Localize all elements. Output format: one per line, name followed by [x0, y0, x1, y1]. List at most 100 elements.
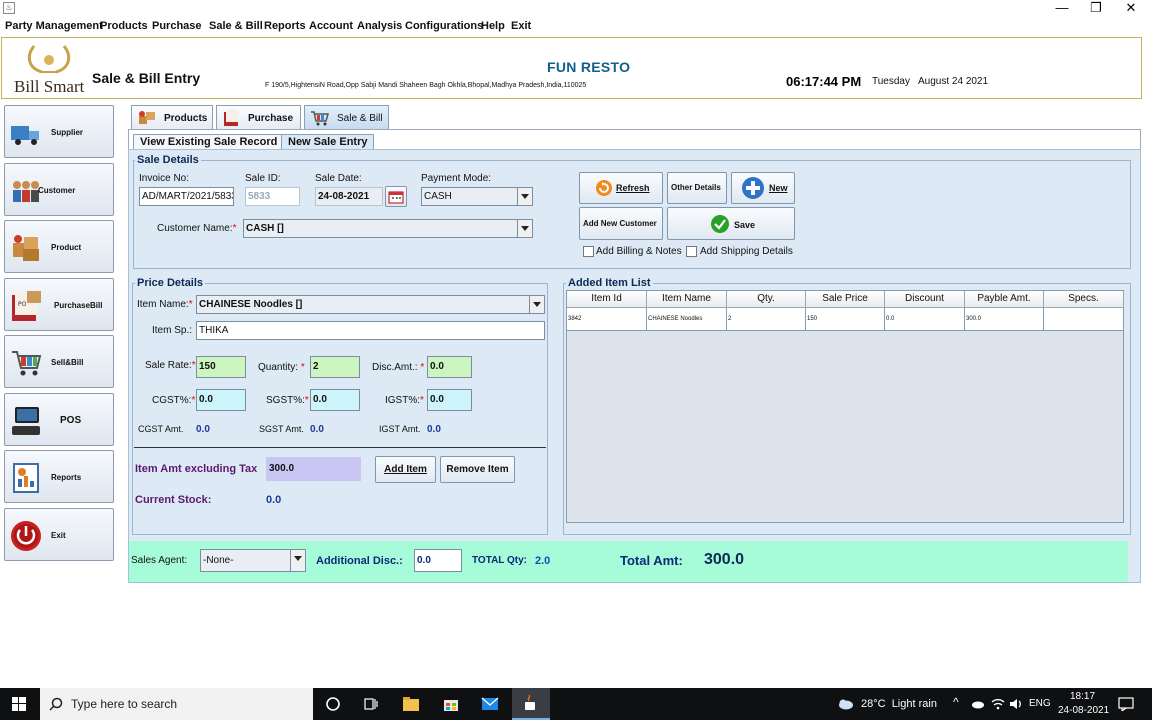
billing-notes-checkbox[interactable] [583, 246, 594, 257]
add-item-button[interactable]: Add Item [375, 456, 436, 483]
add-item-label: Add Item [384, 464, 427, 475]
pos-terminal-icon [12, 407, 40, 435]
new-button[interactable]: New [731, 172, 795, 204]
sale-date-field[interactable]: 24-08-2021 [315, 187, 383, 206]
save-label: Save [734, 220, 756, 230]
igst-field[interactable]: 0.0 [427, 389, 472, 411]
onedrive-cloud-icon[interactable] [971, 699, 985, 709]
menu-account[interactable]: Account [309, 20, 353, 32]
taskbar-search-box[interactable]: Type here to search [40, 688, 313, 720]
menu-sale-bill[interactable]: Sale & Bill [209, 20, 263, 32]
product-boxes-icon [13, 235, 39, 261]
disc-amt-field[interactable]: 0.0 [427, 356, 472, 378]
sidebar-customer-button[interactable]: Customer [4, 163, 114, 216]
item-name-select[interactable]: CHAINESE Noodles [] [196, 295, 545, 314]
sgst-field[interactable]: 0.0 [310, 389, 360, 411]
purchase-bill-icon: PO [12, 291, 41, 321]
menu-configurations[interactable]: Configurations [405, 20, 483, 32]
weather-text[interactable]: 28°C Light rain [861, 698, 937, 710]
sidebar-pos-label: POS [60, 415, 82, 426]
taskbar-clock-date[interactable]: 24-08-2021 [1058, 705, 1109, 716]
payment-mode-select[interactable]: CASH [421, 187, 533, 206]
java-app-taskbar-button[interactable] [512, 688, 550, 720]
refresh-label: Refresh [616, 183, 650, 193]
table-cell[interactable]: 3842 [567, 308, 647, 331]
quantity-field[interactable]: 2 [310, 356, 360, 378]
calendar-button[interactable] [385, 186, 407, 207]
table-cell[interactable]: CHAINESE Noodles [647, 308, 727, 331]
cortana-icon[interactable] [325, 696, 341, 712]
customer-name-select[interactable]: CASH [] [243, 219, 533, 238]
sales-agent-select[interactable]: -None- [200, 549, 306, 572]
invoice-field[interactable]: AD/MART/2021/5833 [139, 187, 234, 206]
windows-start-icon[interactable] [12, 697, 26, 711]
svg-text:PO: PO [18, 301, 27, 308]
column-header[interactable]: Discount [885, 291, 965, 308]
sidebar-reports-button[interactable]: Reports [4, 450, 114, 503]
sidebar-pos-button[interactable]: POS [4, 393, 114, 446]
table-cell[interactable]: 150 [806, 308, 885, 331]
sgst-amt-label: SGST Amt. [259, 424, 304, 434]
wifi-icon[interactable] [991, 698, 1005, 710]
search-placeholder: Type here to search [71, 697, 178, 711]
column-header[interactable]: Item Name [647, 291, 727, 308]
tab-products[interactable]: Products [131, 105, 213, 130]
payment-mode-label: Payment Mode: [421, 173, 492, 184]
menu-reports[interactable]: Reports [264, 20, 306, 32]
tab-sale-bill[interactable]: Sale & Bill [304, 105, 389, 130]
column-header[interactable]: Qty. [727, 291, 806, 308]
refresh-button[interactable]: Refresh [579, 172, 663, 204]
menu-analysis[interactable]: Analysis [357, 20, 402, 32]
price-details-title: Price Details [135, 277, 206, 289]
sidebar-supplier-button[interactable]: Supplier [4, 105, 114, 158]
menu-purchase[interactable]: Purchase [152, 20, 202, 32]
column-header[interactable]: Sale Price [806, 291, 885, 308]
save-button[interactable]: Save [667, 207, 795, 240]
sale-rate-field[interactable]: 150 [196, 356, 246, 378]
table-cell[interactable]: 2 [727, 308, 806, 331]
cgst-field[interactable]: 0.0 [196, 389, 246, 411]
taskbar-clock-time[interactable]: 18:17 [1070, 691, 1095, 702]
tab-new-sale-entry[interactable]: New Sale Entry [281, 134, 375, 150]
notification-icon[interactable] [1118, 697, 1134, 711]
task-view-icon[interactable] [363, 696, 379, 712]
sidebar-customer-label: Customer [38, 186, 76, 195]
java-icon [525, 694, 535, 710]
chevron-down-icon [517, 220, 532, 237]
add-new-customer-button[interactable]: Add New Customer [579, 207, 663, 240]
shipping-details-checkbox[interactable] [686, 246, 697, 257]
column-header[interactable]: Specs. [1044, 291, 1124, 308]
sidebar-exit-button[interactable]: Exit [4, 508, 114, 561]
store-icon[interactable] [443, 696, 459, 712]
table-cell[interactable] [1044, 308, 1124, 331]
menu-help[interactable]: Help [481, 20, 505, 32]
tab-purchase[interactable]: Purchase [216, 105, 301, 130]
other-details-button[interactable]: Other Details [667, 172, 727, 204]
table-cell[interactable]: 0.0 [885, 308, 965, 331]
menu-party-management[interactable]: Party Management [5, 20, 103, 32]
close-window-button[interactable]: ✕ [1114, 0, 1148, 17]
shipping-details-label: Add Shipping Details [700, 246, 793, 257]
sidebar-purchasebill-button[interactable]: PO PurchaseBill [4, 278, 114, 331]
window-title-bar: ♨ — ❐ ✕ [0, 0, 1152, 17]
total-amt-value: 300.0 [704, 551, 745, 568]
mail-icon[interactable] [481, 697, 499, 711]
remove-item-button[interactable]: Remove Item [440, 456, 515, 483]
tab-view-existing-sale[interactable]: View Existing Sale Record [133, 134, 285, 150]
menu-exit[interactable]: Exit [511, 20, 531, 32]
item-sp-field[interactable]: THIKA [196, 321, 545, 340]
column-header[interactable]: Item Id [567, 291, 647, 308]
chevron-up-icon[interactable]: ^ [953, 695, 959, 709]
sidebar-sellbill-button[interactable]: Sell&Bill [4, 335, 114, 388]
customer-name-label: Customer Name:* [157, 223, 237, 234]
column-header[interactable]: Payble Amt. [965, 291, 1044, 308]
language-indicator[interactable]: ENG [1029, 698, 1051, 709]
table-cell[interactable]: 300.0 [965, 308, 1044, 331]
additional-disc-field[interactable]: 0.0 [414, 549, 462, 572]
menu-products[interactable]: Products [100, 20, 148, 32]
maximize-button[interactable]: ❐ [1079, 0, 1113, 17]
speaker-icon[interactable] [1009, 698, 1023, 710]
sidebar-product-button[interactable]: Product [4, 220, 114, 273]
file-explorer-icon[interactable] [402, 696, 420, 712]
minimize-button[interactable]: — [1045, 0, 1079, 17]
